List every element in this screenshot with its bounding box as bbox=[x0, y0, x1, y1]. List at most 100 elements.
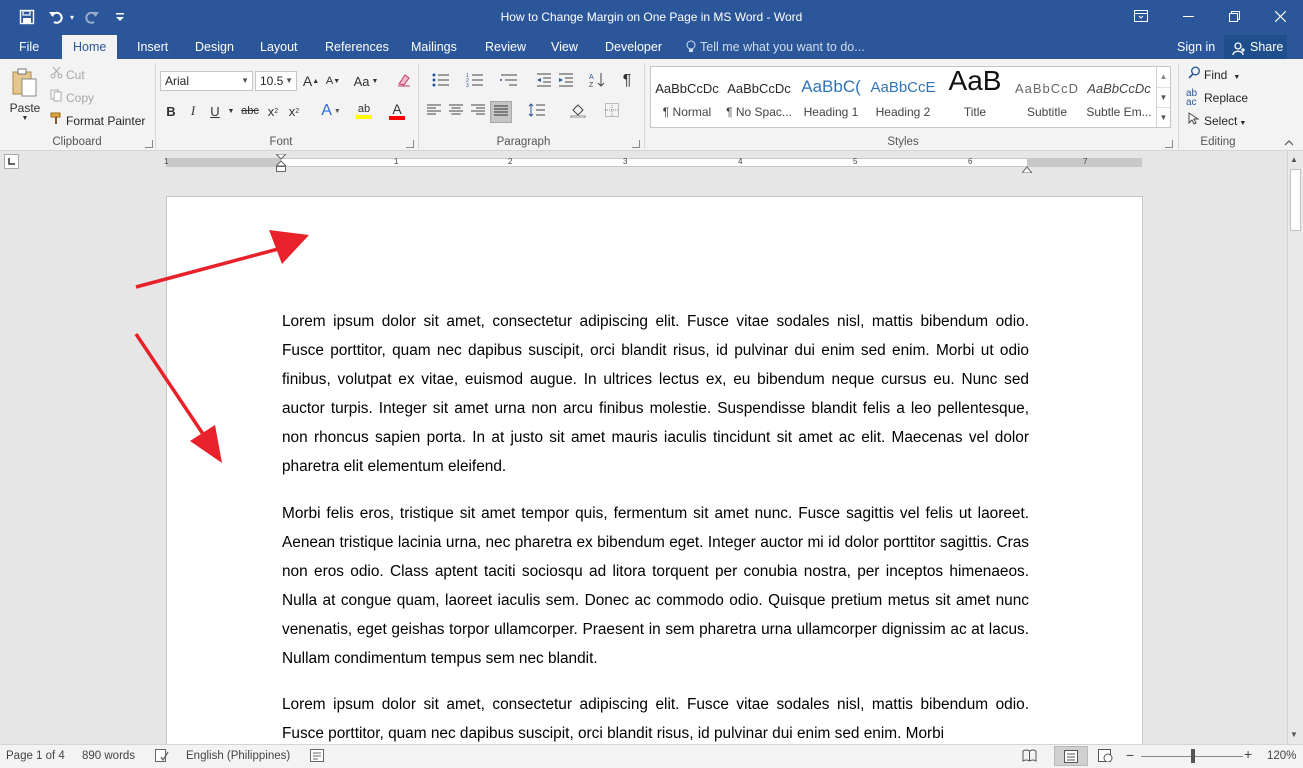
font-color-button[interactable]: A bbox=[381, 101, 413, 121]
grow-font-button[interactable]: A ▲ bbox=[301, 71, 321, 91]
font-size-combo[interactable]: 10.5 ▼ bbox=[255, 71, 297, 91]
read-mode-icon[interactable] bbox=[1022, 749, 1037, 765]
line-spacing-button[interactable] bbox=[522, 101, 552, 121]
shrink-font-button[interactable]: A ▼ bbox=[323, 71, 343, 91]
bold-button[interactable]: B bbox=[162, 101, 180, 121]
minimize-icon[interactable] bbox=[1165, 0, 1211, 32]
bullets-button[interactable] bbox=[426, 70, 456, 92]
sign-in-link[interactable]: Sign in bbox=[1177, 35, 1215, 59]
vertical-scrollbar[interactable]: ▲ ▼ bbox=[1287, 151, 1303, 744]
language[interactable]: English (Philippines) bbox=[186, 750, 290, 762]
tab-references[interactable]: References bbox=[314, 35, 400, 59]
svg-text:3: 3 bbox=[466, 83, 469, 87]
italic-button[interactable]: I bbox=[184, 101, 202, 121]
tab-home[interactable]: Home bbox=[62, 35, 118, 59]
shading-button[interactable] bbox=[563, 101, 593, 121]
chevron-down-icon[interactable]: ▼ bbox=[1157, 87, 1170, 107]
zoom-slider-thumb[interactable] bbox=[1191, 749, 1195, 763]
paragraph-2[interactable]: Morbi felis eros, tristique sit amet tem… bbox=[282, 499, 1029, 673]
more-styles-icon[interactable]: ▼ bbox=[1157, 107, 1170, 127]
zoom-in-icon[interactable]: + bbox=[1244, 746, 1252, 762]
tab-design[interactable]: Design bbox=[184, 35, 245, 59]
style-heading-1[interactable]: AaBbC( Heading 1 bbox=[795, 67, 867, 127]
style-name: Subtle Em... bbox=[1086, 105, 1152, 119]
tab-developer[interactable]: Developer bbox=[594, 35, 673, 59]
underline-button[interactable]: U bbox=[206, 101, 224, 121]
show-formatting-button[interactable]: ¶ bbox=[617, 70, 637, 92]
decrease-indent-button[interactable] bbox=[534, 70, 554, 92]
clipboard-launcher-icon[interactable] bbox=[145, 140, 153, 148]
paste-button[interactable]: Paste ▼ bbox=[6, 65, 44, 125]
scroll-up-icon[interactable]: ▲ bbox=[1290, 155, 1298, 164]
paragraph-3[interactable]: Lorem ipsum dolor sit amet, consectetur … bbox=[282, 690, 1029, 744]
macro-recording-icon[interactable] bbox=[310, 749, 324, 765]
tab-file[interactable]: File bbox=[8, 35, 50, 59]
zoom-slider[interactable] bbox=[1141, 749, 1243, 763]
clear-formatting-button[interactable] bbox=[393, 71, 415, 91]
style-name: Title bbox=[963, 105, 987, 119]
format-painter-button[interactable]: Format Painter bbox=[50, 112, 145, 128]
word-count[interactable]: 890 words bbox=[82, 750, 135, 762]
sort-button[interactable]: AZ bbox=[587, 70, 607, 92]
scroll-down-icon[interactable]: ▼ bbox=[1290, 730, 1298, 739]
horizontal-ruler[interactable]: 1 1 2 3 4 5 6 7 bbox=[164, 153, 1142, 174]
increase-indent-button[interactable] bbox=[556, 70, 576, 92]
replace-label: Replace bbox=[1204, 91, 1249, 105]
page-count[interactable]: Page 1 of 4 bbox=[6, 750, 65, 762]
numbering-button[interactable]: 123 bbox=[460, 70, 490, 92]
restore-icon[interactable] bbox=[1211, 0, 1257, 32]
style-subtitle[interactable]: AaBbCcD Subtitle bbox=[1011, 67, 1083, 127]
font-name-combo[interactable]: Arial ▼ bbox=[160, 71, 253, 91]
tell-me-box[interactable]: Tell me what you want to do... bbox=[686, 35, 865, 59]
justify-button[interactable] bbox=[490, 101, 512, 123]
ruler-number: 3 bbox=[623, 157, 628, 166]
strikethrough-button[interactable]: abc bbox=[239, 101, 261, 121]
text-effects-button[interactable]: A ▼ bbox=[316, 101, 346, 121]
highlight-button[interactable]: ab bbox=[348, 101, 380, 121]
style-normal[interactable]: AaBbCcDc ¶ Normal bbox=[651, 67, 723, 127]
cursor-arrow-icon bbox=[1188, 112, 1204, 128]
print-layout-icon[interactable] bbox=[1054, 746, 1088, 766]
ribbon-display-options-icon[interactable] bbox=[1118, 0, 1164, 32]
style-subtle-emphasis[interactable]: AaBbCcDc Subtle Em... bbox=[1083, 67, 1155, 127]
borders-button[interactable] bbox=[597, 101, 627, 121]
style-title[interactable]: AaB Title bbox=[939, 65, 1011, 127]
multilevel-list-button[interactable] bbox=[494, 70, 524, 92]
style-heading-2[interactable]: AaBbCcE Heading 2 bbox=[867, 67, 939, 127]
align-left-button[interactable] bbox=[424, 101, 444, 121]
cut-button[interactable]: Cut bbox=[50, 66, 85, 82]
proofing-icon[interactable] bbox=[155, 749, 169, 765]
style-no-spacing[interactable]: AaBbCcDc ¶ No Spac... bbox=[723, 67, 795, 127]
zoom-out-icon[interactable]: − bbox=[1126, 747, 1134, 763]
copy-button[interactable]: Copy bbox=[50, 89, 94, 105]
select-button[interactable]: Select ▼ bbox=[1188, 112, 1246, 128]
tab-mailings[interactable]: Mailings bbox=[400, 35, 468, 59]
collapse-ribbon-icon[interactable] bbox=[1282, 137, 1296, 149]
share-button[interactable]: Share bbox=[1224, 35, 1287, 59]
scroll-thumb[interactable] bbox=[1290, 169, 1301, 231]
find-button[interactable]: Find ▼ bbox=[1188, 66, 1240, 82]
tab-view[interactable]: View bbox=[540, 35, 589, 59]
tab-selector[interactable] bbox=[4, 154, 19, 169]
shrink-font-icon: A bbox=[325, 75, 334, 87]
chevron-down-icon[interactable]: ▼ bbox=[225, 101, 237, 121]
paint-bucket-icon bbox=[570, 102, 586, 121]
font-launcher-icon[interactable] bbox=[406, 140, 414, 148]
tab-layout[interactable]: Layout bbox=[249, 35, 309, 59]
paragraph-launcher-icon[interactable] bbox=[632, 140, 640, 148]
zoom-level[interactable]: 120% bbox=[1267, 750, 1296, 762]
tab-insert[interactable]: Insert bbox=[126, 35, 179, 59]
tab-review[interactable]: Review bbox=[474, 35, 537, 59]
chevron-up-icon[interactable]: ▲ bbox=[1157, 67, 1170, 87]
close-icon[interactable] bbox=[1257, 0, 1303, 32]
replace-button[interactable]: ab ac Replace bbox=[1186, 88, 1249, 108]
web-layout-icon[interactable] bbox=[1098, 749, 1113, 765]
align-right-button[interactable] bbox=[468, 101, 488, 121]
replace-icon: ab ac bbox=[1186, 88, 1198, 108]
superscript-button[interactable]: x2 bbox=[285, 101, 303, 121]
change-case-button[interactable]: Aa ▼ bbox=[351, 71, 381, 91]
chevron-down-icon: ▼ bbox=[285, 76, 293, 85]
align-center-button[interactable] bbox=[446, 101, 466, 121]
styles-launcher-icon[interactable] bbox=[1165, 140, 1173, 148]
subscript-button[interactable]: x2 bbox=[264, 101, 282, 121]
